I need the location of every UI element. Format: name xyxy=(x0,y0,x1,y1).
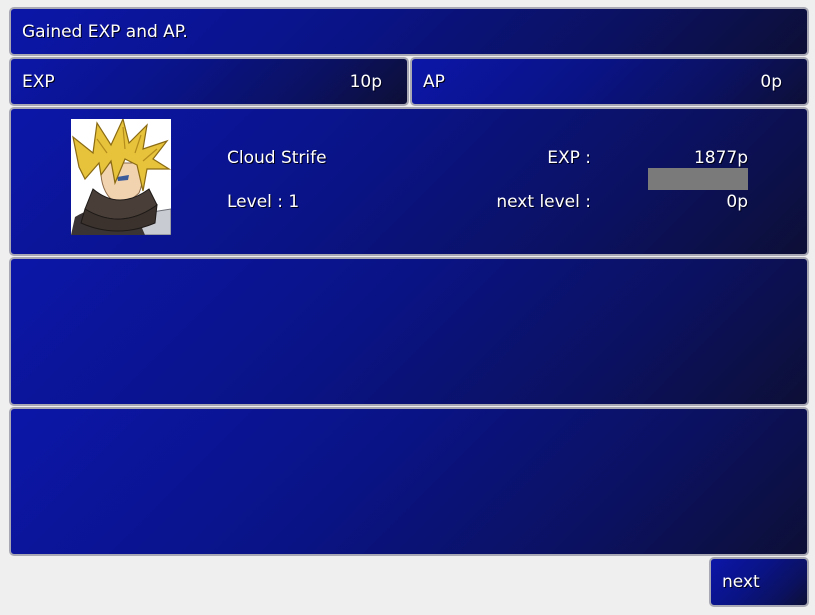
exp-progress-bar xyxy=(648,168,748,190)
character-name: Cloud Strife xyxy=(227,148,327,168)
exp-reward-panel: EXP 10p xyxy=(9,57,409,106)
party-slot-3-panel xyxy=(9,407,809,556)
character-portrait xyxy=(71,119,171,235)
exp-reward-value: 10p xyxy=(349,72,382,92)
battle-results-screen: Gained EXP and AP. EXP 10p AP 0p Cloud S… xyxy=(0,0,815,615)
exp-reward-label: EXP xyxy=(22,72,55,92)
character-panel: Cloud Strife Level : 1 EXP : next level … xyxy=(9,107,809,256)
next-level-label: next level : xyxy=(496,192,591,212)
message-panel: Gained EXP and AP. xyxy=(9,7,809,56)
message-text: Gained EXP and AP. xyxy=(22,22,188,42)
character-exp-label: EXP : xyxy=(547,148,591,168)
ap-reward-label: AP xyxy=(423,72,445,92)
next-button[interactable]: next xyxy=(709,557,809,607)
ap-reward-value: 0p xyxy=(760,72,782,92)
next-level-value: 0p xyxy=(726,192,748,212)
character-exp-value: 1877p xyxy=(693,148,748,168)
party-slot-2-panel xyxy=(9,257,809,406)
ap-reward-panel: AP 0p xyxy=(410,57,809,106)
cloud-strife-portrait-icon xyxy=(71,119,171,235)
next-button-label: next xyxy=(722,572,760,592)
character-level: Level : 1 xyxy=(227,192,300,212)
